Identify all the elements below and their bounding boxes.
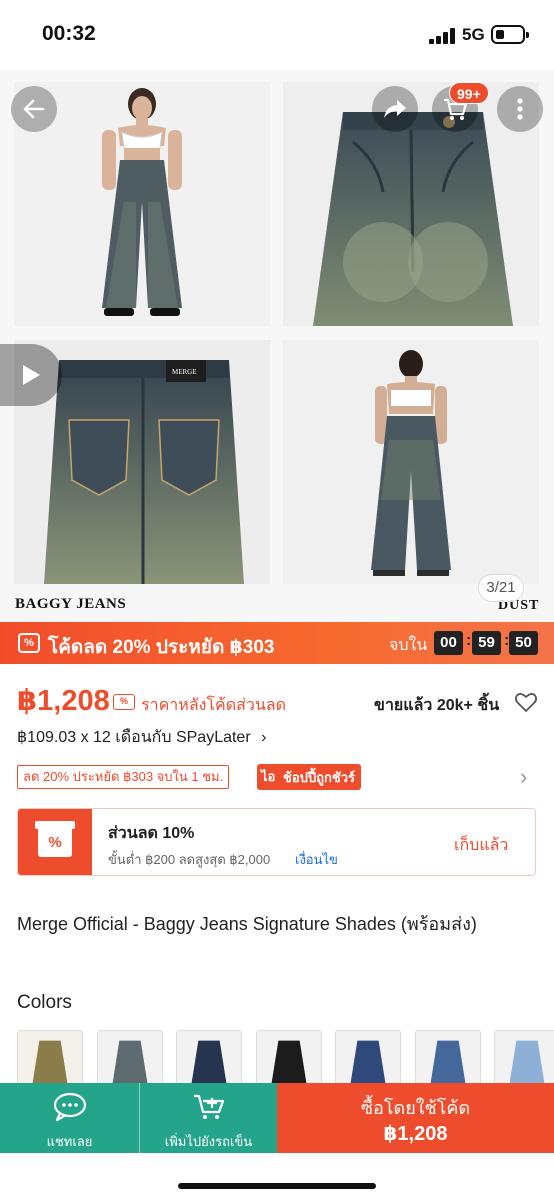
share-button[interactable]: [372, 86, 418, 132]
back-label-tag: MERGE: [172, 368, 197, 376]
home-indicator-area: [0, 1153, 554, 1200]
network-label: 5G: [462, 25, 485, 44]
promo-text: โค้ดลด 20% ประหยัด ฿303: [48, 637, 275, 658]
image-counter: 3/21: [478, 574, 524, 602]
color-swatch[interactable]: [256, 1030, 322, 1090]
status-bar: 00:32 5G: [0, 0, 554, 70]
price-note: ราคาหลังโค้ดส่วนลด: [141, 697, 286, 714]
countdown-label: จบใน: [389, 637, 428, 654]
add-to-cart-button[interactable]: เพิ่มไปยังรถเข็น: [139, 1083, 277, 1153]
countdown-seconds: 50: [509, 631, 538, 655]
guarantee-tag: ไอ ช้อปปี้ถูกชัวร์: [257, 764, 361, 790]
voucher-title: ส่วนลด 10%: [108, 825, 195, 842]
bottom-action-bar: แชทเลย เพิ่มไปยังรถเข็น ซื้อโดยใช้โค้ด ฿…: [0, 1083, 554, 1153]
color-swatch[interactable]: [335, 1030, 401, 1090]
voucher-collected-button[interactable]: เก็บแล้ว: [454, 833, 508, 858]
color-swatch[interactable]: [97, 1030, 163, 1090]
sold-count: ขายแล้ว 20k+ ชิ้น: [374, 697, 500, 714]
coupon-icon: %: [18, 633, 40, 653]
guarantee-label: ช้อปปี้ถูกชัวร์: [283, 769, 355, 785]
chevron-right-icon[interactable]: ›: [520, 764, 527, 790]
voucher-condition: ขั้นต่ำ ฿200 ลดสูงสุด ฿2,000: [108, 852, 271, 867]
guarantee-icon: ไอ: [261, 769, 276, 784]
shop-voucher-card[interactable]: % ส่วนลด 10% ขั้นต่ำ ฿200 ลดสูงสุด ฿2,00…: [17, 808, 536, 876]
more-options-button[interactable]: [497, 86, 543, 132]
back-button[interactable]: [11, 86, 57, 132]
add-cart-icon: [193, 1094, 224, 1119]
signal-icon: [429, 28, 457, 44]
installment-text: ฿109.03 x 12 เดือนกับ SPayLater: [17, 729, 251, 746]
heart-icon[interactable]: [514, 690, 538, 714]
voucher-terms-link[interactable]: เงื่อนไข: [295, 849, 338, 870]
chat-bubble-icon: [53, 1092, 86, 1122]
play-video-button[interactable]: [0, 344, 62, 406]
battery-icon: [491, 25, 529, 44]
more-icon: [517, 98, 523, 120]
back-arrow-icon: [23, 99, 45, 119]
share-icon: [384, 100, 406, 118]
colors-label: Colors: [17, 992, 72, 1013]
percent-icon: %: [48, 834, 62, 851]
chevron-right-icon: ›: [261, 729, 267, 746]
shop-voucher-icon: %: [18, 809, 92, 875]
add-to-cart-label: เพิ่มไปยังรถเข็น: [164, 1134, 253, 1149]
status-time: 00:32: [42, 22, 96, 45]
product-image-gallery[interactable]: MERGE 99+ BAGGY JEANS DUST 3/21: [0, 70, 554, 622]
promo-banner[interactable]: % โค้ดลด 20% ประหยัด ฿303 จบใน 00 : 59 :…: [0, 622, 554, 664]
brand-caption-left: BAGGY JEANS: [15, 596, 127, 612]
discount-tag-icon: %: [113, 694, 135, 710]
product-title: Merge Official - Baggy Jeans Signature S…: [17, 914, 477, 934]
countdown-separator: :: [466, 632, 472, 649]
buy-now-button[interactable]: ซื้อโดยใช้โค้ด ฿1,208: [277, 1083, 554, 1153]
model-back-image: [283, 340, 539, 584]
play-icon: [23, 365, 40, 385]
color-swatch[interactable]: [17, 1030, 83, 1090]
color-swatch[interactable]: [494, 1030, 554, 1090]
chat-button[interactable]: แชทเลย: [0, 1083, 139, 1153]
product-page: 00:32 5G MERGE 99+ BAGGY JEANS DUST 3/21…: [0, 0, 554, 1200]
countdown-hours: 00: [434, 631, 463, 655]
countdown-minutes: 59: [472, 631, 501, 655]
cart-count-badge: 99+: [449, 82, 489, 104]
discount-tag: ลด 20% ประหยัด ฿303 จบใน 1 ชม.: [17, 765, 230, 789]
color-swatches: [17, 1030, 554, 1090]
buy-label: ซื้อโดยใช้โค้ด: [360, 1098, 471, 1118]
home-indicator[interactable]: [178, 1183, 376, 1189]
color-swatch[interactable]: [415, 1030, 481, 1090]
buy-price: ฿1,208: [383, 1123, 448, 1145]
installment-info[interactable]: ฿109.03 x 12 เดือนกับ SPayLater ›: [17, 725, 266, 750]
product-price: ฿1,208: [17, 685, 110, 717]
chat-label: แชทเลย: [46, 1134, 93, 1149]
color-swatch[interactable]: [176, 1030, 242, 1090]
